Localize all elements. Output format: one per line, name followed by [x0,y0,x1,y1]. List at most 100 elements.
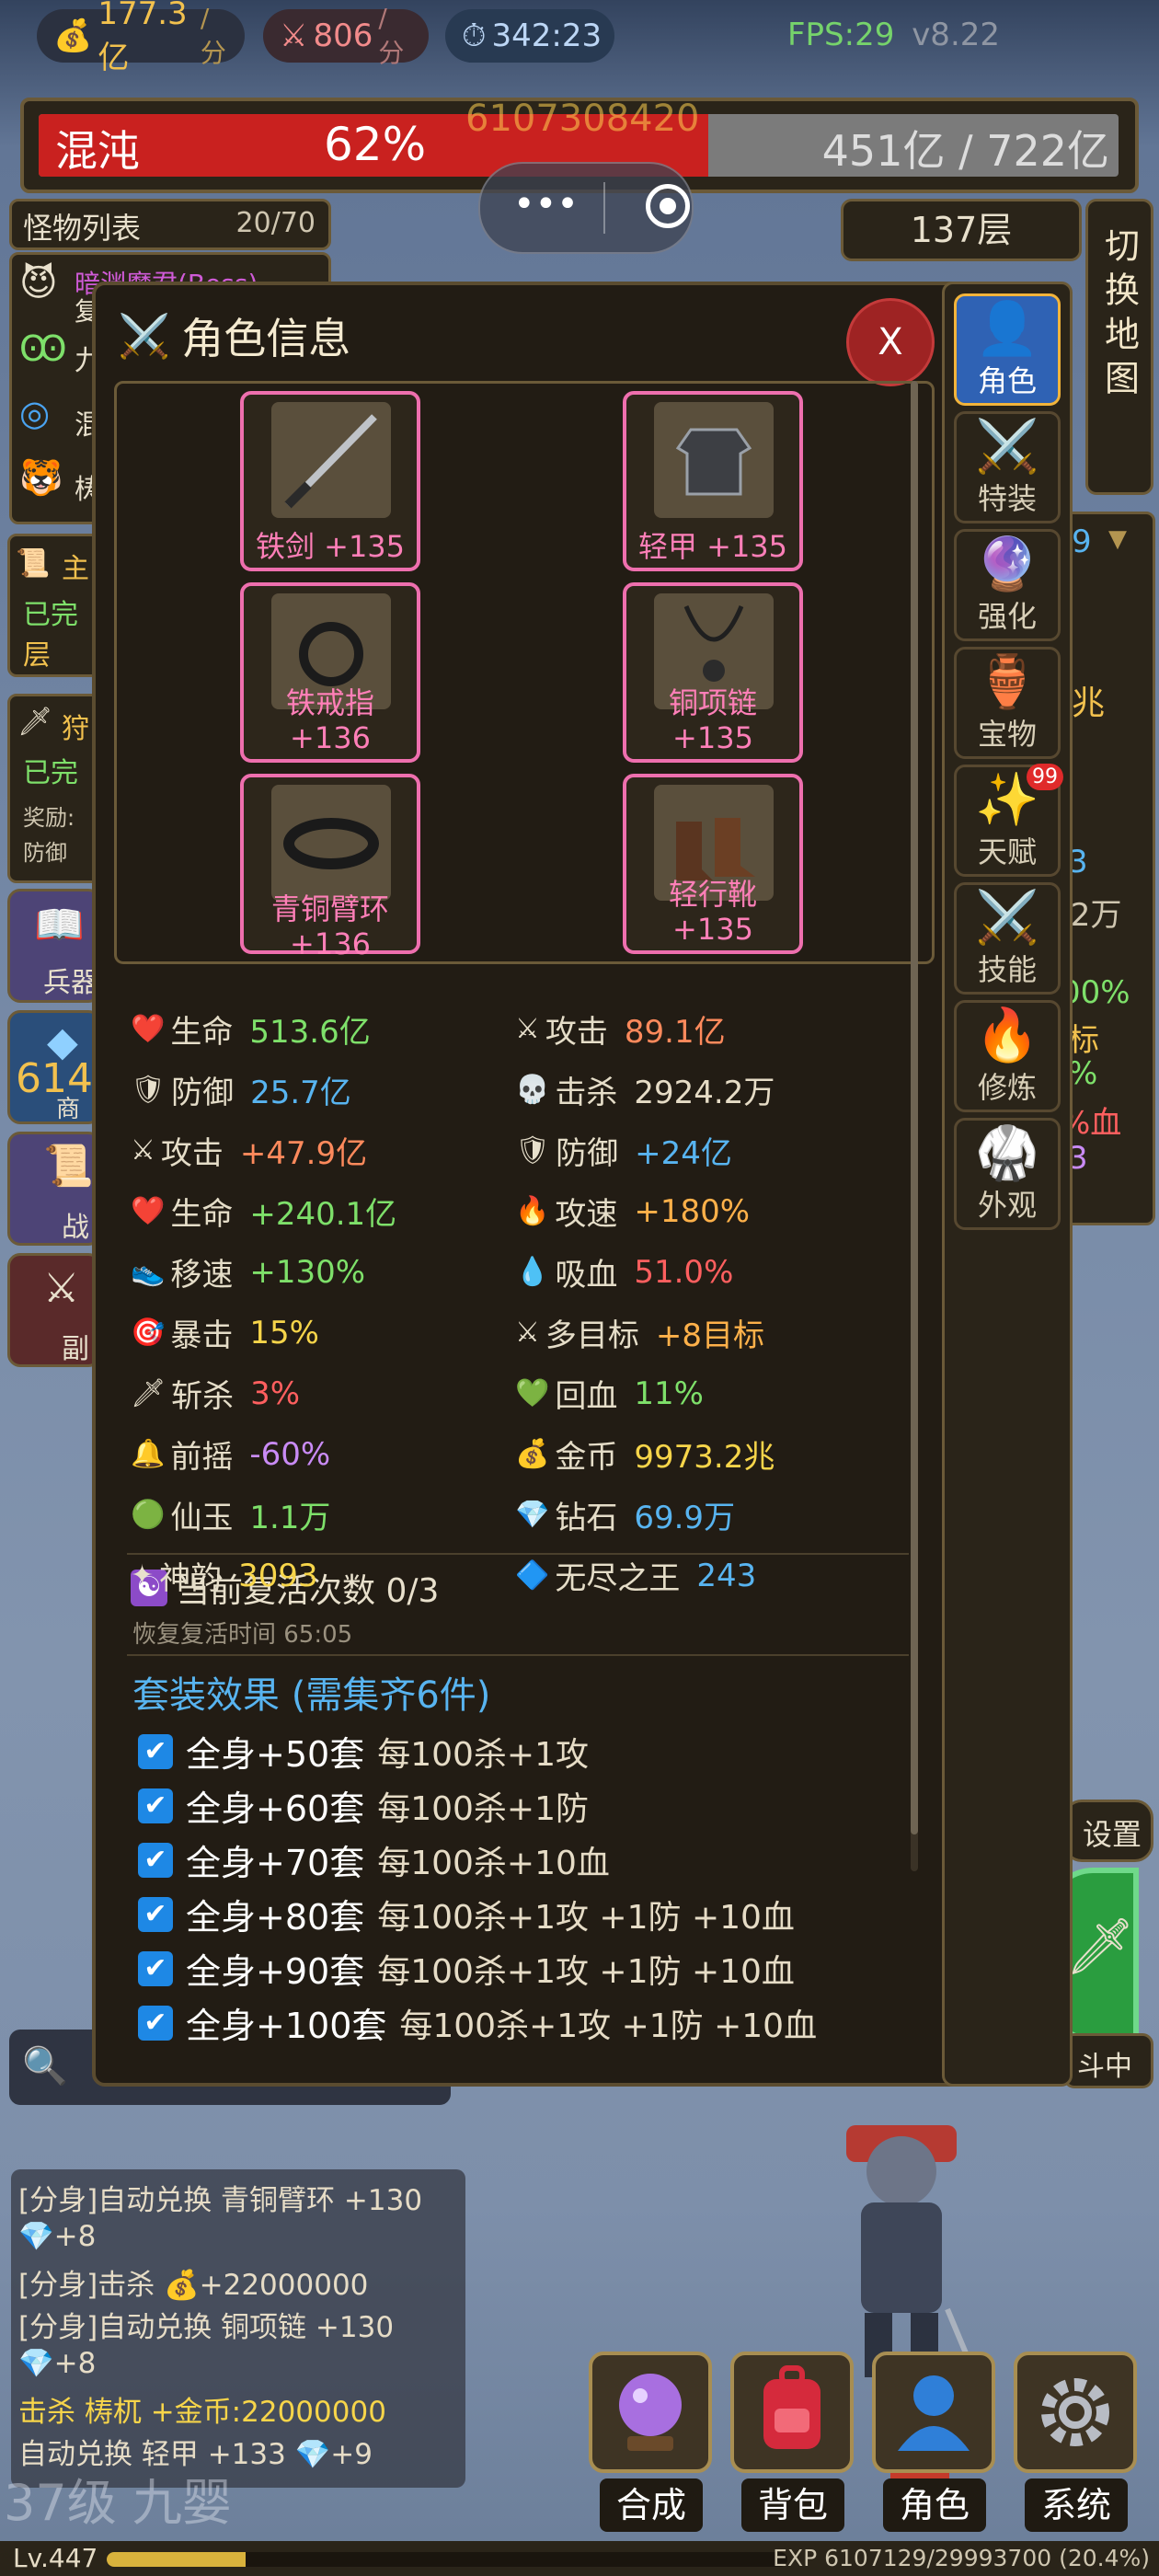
jade-icon: 🟢 [131,1499,166,1531]
settings-label: 设置 [1083,1817,1142,1852]
set-effect-name: 全身+50套 [186,1734,365,1775]
set-effect-name: 全身+80套 [186,1897,365,1938]
equip-slot-armor[interactable]: 轻甲 +135 [623,391,803,571]
bell-icon: 🔔 [131,1438,166,1470]
hunt-quest-line3: 防御 [23,840,67,866]
set-effect-desc: 每100杀+1攻 [377,1735,589,1774]
checkbox-checked[interactable]: ✔ [138,1788,173,1823]
checkbox-checked[interactable]: ✔ [138,1950,173,1986]
tab-character[interactable]: 👤 角色 [954,293,1061,406]
gear-icon [1041,2378,1109,2446]
stat-row: 🛡 防御 25.7亿 [131,1067,351,1112]
stat-value: 243 [696,1557,757,1594]
miniprogram-capsule: ••• [478,162,694,254]
checkbox-checked[interactable]: ✔ [138,2005,173,2041]
fighting-status: 斗中 [1063,2033,1153,2088]
tab-enhance[interactable]: 🔮 强化 [954,529,1061,641]
tab-label: 天赋 [977,834,1037,869]
floor-display: 137层 [841,199,1082,261]
weapon-shortcut-button[interactable]: 📖 兵器 [7,889,101,1003]
tab-skills[interactable]: ⚔️ 技能 [954,882,1061,995]
crossed-swords-icon: ⚔️ [975,417,1039,477]
battle-shortcut-button[interactable]: 📜 战 [7,1132,101,1246]
shop-shortcut-button[interactable]: ◆ 614 商 [7,1010,101,1124]
stat-row: 💎 钻石 69.9万 [515,1492,735,1537]
main-quest-line1: 已完 [23,599,78,631]
stat-value: +24亿 [635,1135,732,1172]
equip-slot-boots[interactable]: 轻行靴 +135 [623,774,803,954]
hunt-quest-line2: 奖励: [23,805,75,831]
stat-label: 神韵 [159,1560,223,1597]
tab-label: 修炼 [977,1070,1037,1105]
equip-slot-bracelet[interactable]: 青铜臂环 +136 [240,774,420,961]
checkbox-checked[interactable]: ✔ [138,1733,173,1769]
set-effect-row: ✔ 全身+80套 每100杀+1攻 +1防 +10血 [138,1889,795,1939]
heart-icon: ❤️ [131,1013,166,1045]
set-effect-desc: 每100杀+1攻 +1防 +10血 [377,1898,795,1937]
tab-label: 外观 [977,1188,1037,1223]
target-icon: 🎯 [131,1317,166,1349]
attack-rate-unit: /分 [378,2,405,68]
nav-backpack-button[interactable] [730,2352,854,2473]
set-effect-name: 全身+100套 [186,2006,387,2046]
stat-label: 移速 [170,1257,234,1294]
set-effect-desc: 每100杀+1防 [377,1789,589,1828]
robe-icon: 🥋 [975,1123,1039,1183]
timer-value: 342:23 [491,17,602,54]
nav-synthesize-label[interactable]: 合成 [600,2478,703,2532]
switch-map-button[interactable]: 切换地图 [1085,199,1153,495]
equip-slot-ring[interactable]: 铁戒指 +136 [240,582,420,763]
tab-treasure[interactable]: 🏺 宝物 [954,647,1061,759]
stat-label: 攻击 [160,1135,224,1172]
nav-system-button[interactable] [1014,2352,1137,2473]
nav-system-label[interactable]: 系统 [1025,2478,1128,2532]
stat-value: 2924.2万 [634,1075,775,1111]
set-effect-row: ✔ 全身+90套 每100杀+1攻 +1防 +10血 [138,1943,795,1994]
crossed-swords-icon: ⚔ [280,17,308,54]
checkbox-checked[interactable]: ✔ [138,1842,173,1878]
log-line: [分身]自动兑换 铜项链 +130 [18,2311,395,2344]
dungeon-shortcut-button[interactable]: ⚔ 副 [7,1253,101,1367]
gold-rate-pill: 💰 177.3亿 /分 [37,0,245,76]
nav-synthesize-button[interactable] [589,2352,712,2473]
log-line: 💎+8 [18,2347,97,2380]
switch-map-label: 切换地图 [1098,227,1140,404]
close-button[interactable]: X [846,298,935,386]
scrollbar-thumb[interactable] [911,381,918,1834]
equip-slot-necklace[interactable]: 铜项链 +135 [623,582,803,763]
crossed-swords-icon: ⚔ [43,1265,80,1312]
character-info-modal: ⚔️ 角色信息 X 铁剑 +135 轻甲 +135 铁戒指 +136 铜项链 +… [92,282,1069,2087]
equip-label: 铁剑 +135 [255,529,406,564]
equip-label: 铜项链 +135 [668,685,757,755]
boss-overlay-number: 6107308420 [465,98,700,140]
nav-backpack-label[interactable]: 背包 [741,2478,844,2532]
stat-value: -60% [249,1435,331,1473]
stat-row: 💀 击杀 2924.2万 [515,1067,775,1112]
tab-talent[interactable]: ✨ 天赋 99 [954,764,1063,877]
checkbox-checked[interactable]: ✔ [138,1896,173,1932]
settings-button[interactable]: 设置 [1063,1800,1153,1862]
stat-value: 3% [250,1374,301,1412]
nav-character-label[interactable]: 角色 [883,2478,986,2532]
crossed-swords-icon: ⚔️ [975,888,1039,948]
version-value: v8.22 [912,17,1001,53]
fighting-label: 斗中 [1077,2051,1132,2083]
tab-label: 特装 [977,481,1037,516]
battle-log: [分身]自动兑换 青铜臂环 +130 💎+8 [分身]击杀 💰+22000000 [分… [11,2169,465,2488]
tab-training[interactable]: 🔥 修炼 [954,1000,1061,1112]
set-effect-desc: 每100杀+1攻 +1防 +10血 [399,2007,818,2045]
hunt-quest-line1: 已完 [23,757,78,789]
equip-slot-weapon[interactable]: 铁剑 +135 [240,391,420,571]
more-menu-icon[interactable]: ••• [513,186,579,224]
sword-icon: 🗡 [1065,1915,1136,1979]
nav-character-button[interactable] [872,2352,995,2473]
stat-row: 👟 移速 +130% [131,1249,365,1294]
tab-special-gear[interactable]: ⚔️ 特装 [954,411,1061,523]
stat-row: 🗡 斩杀 3% [131,1371,300,1416]
swords-icon: ⚔ [515,1317,540,1349]
stat-row: 🛡 防御 +24亿 [515,1128,732,1173]
close-app-icon[interactable] [646,184,690,228]
tab-appearance[interactable]: 🥋 外观 [954,1118,1061,1230]
hunt-quest-title: 狩 [62,713,89,745]
modal-scrollbar[interactable] [911,381,918,1871]
